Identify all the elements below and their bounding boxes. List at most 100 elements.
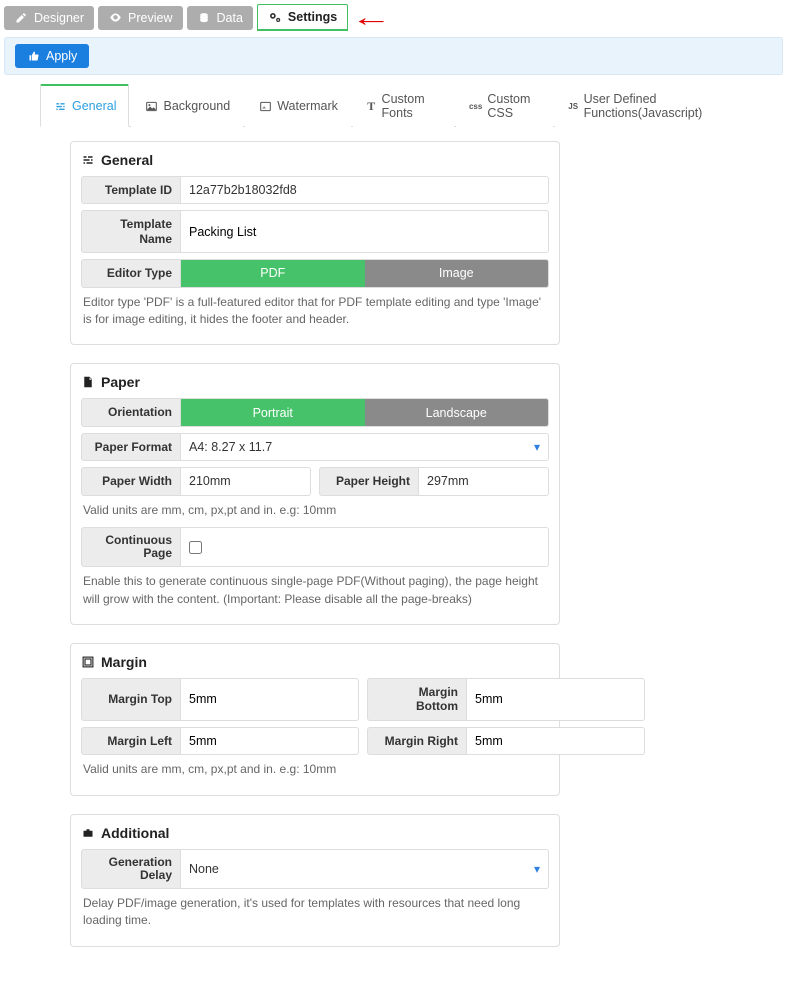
- database-icon: [197, 11, 211, 25]
- margin-title: Margin: [81, 654, 549, 670]
- margin-top-row: Margin Top: [81, 678, 359, 721]
- css-icon: css: [469, 99, 482, 113]
- apply-button[interactable]: Apply: [15, 44, 89, 68]
- margin-right-row: Margin Right: [367, 727, 645, 755]
- sliders-icon: [53, 99, 67, 113]
- generation-delay-label: Generation Delay: [81, 849, 181, 889]
- margin-bottom-input[interactable]: [467, 678, 645, 721]
- tab-preview[interactable]: Preview: [98, 6, 182, 30]
- orientation-label: Orientation: [81, 398, 181, 426]
- margin-bottom-label: Margin Bottom: [367, 678, 467, 721]
- paper-width-label: Paper Width: [81, 467, 181, 495]
- template-name-row: Template Name: [81, 210, 549, 253]
- card-heading: General: [101, 152, 153, 168]
- margin-right-input[interactable]: [467, 727, 645, 755]
- generation-delay-row: Generation Delay None ▾: [81, 849, 549, 889]
- paper-format-row: Paper Format A4: 8.27 x 11.7 ▾: [81, 433, 549, 461]
- margin-right-label: Margin Right: [367, 727, 467, 755]
- margin-top-input[interactable]: [181, 678, 359, 721]
- margin-bottom-row: Margin Bottom: [367, 678, 645, 721]
- paper-units-help: Valid units are mm, cm, px,pt and in. e.…: [83, 502, 549, 519]
- paper-icon: [81, 375, 95, 389]
- generation-delay-select[interactable]: None ▾: [181, 849, 549, 889]
- paper-height-value: 297mm: [419, 467, 549, 495]
- paper-width-value: 210mm: [181, 467, 311, 495]
- margin-icon: [81, 655, 95, 669]
- subtab-label: General: [72, 99, 116, 113]
- arrow-annotation: ←: [350, 2, 392, 33]
- apply-bar: Apply: [4, 37, 783, 75]
- orientation-row: Orientation Portrait Landscape: [81, 398, 549, 426]
- chevron-down-icon: ▾: [534, 862, 540, 876]
- continuous-page-checkbox[interactable]: [189, 541, 202, 554]
- card-heading: Paper: [101, 374, 140, 390]
- additional-card: Additional Generation Delay None ▾ Delay…: [70, 814, 560, 947]
- margin-help: Valid units are mm, cm, px,pt and in. e.…: [83, 761, 549, 778]
- editor-type-help: Editor type 'PDF' is a full-featured edi…: [83, 294, 549, 329]
- continuous-page-label: Continuous Page: [81, 527, 181, 567]
- editor-type-row: Editor Type PDF Image: [81, 259, 549, 287]
- paper-format-select[interactable]: A4: 8.27 x 11.7 ▾: [181, 433, 549, 461]
- template-id-value: 12a77b2b18032fd8: [181, 176, 549, 204]
- tab-settings[interactable]: Settings: [257, 4, 348, 31]
- subtab-custom-css[interactable]: css Custom CSS: [456, 84, 553, 127]
- paper-format-label: Paper Format: [81, 433, 181, 461]
- tab-label: Designer: [34, 11, 84, 25]
- generation-delay-value: None: [189, 862, 219, 876]
- subtab-label: Custom Fonts: [382, 92, 441, 120]
- editor-type-pdf[interactable]: PDF: [181, 260, 365, 286]
- paper-width-row: Paper Width 210mm: [81, 467, 311, 495]
- card-heading: Margin: [101, 654, 147, 670]
- subtab-custom-fonts[interactable]: T Custom Fonts: [353, 84, 454, 127]
- general-card: General Template ID 12a77b2b18032fd8 Tem…: [70, 141, 560, 345]
- orientation-landscape[interactable]: Landscape: [365, 399, 549, 425]
- subtab-udf[interactable]: JS User Defined Functions(Javascript): [555, 84, 747, 127]
- apply-label: Apply: [46, 49, 77, 63]
- margin-left-input[interactable]: [181, 727, 359, 755]
- settings-content: General Template ID 12a77b2b18032fd8 Tem…: [0, 127, 600, 985]
- margin-left-label: Margin Left: [81, 727, 181, 755]
- paper-height-row: Paper Height 297mm: [319, 467, 549, 495]
- template-id-row: Template ID 12a77b2b18032fd8: [81, 176, 549, 204]
- general-title: General: [81, 152, 549, 168]
- pencil-icon: [14, 11, 28, 25]
- subtab-label: User Defined Functions(Javascript): [584, 92, 734, 120]
- eye-icon: [108, 11, 122, 25]
- image-icon: [144, 99, 158, 113]
- margin-left-row: Margin Left: [81, 727, 359, 755]
- paper-height-label: Paper Height: [319, 467, 419, 495]
- subtab-background[interactable]: Background: [131, 84, 243, 127]
- subtab-label: Custom CSS: [487, 92, 539, 120]
- subtab-label: Background: [163, 99, 230, 113]
- editor-type-label: Editor Type: [81, 259, 181, 287]
- orientation-segment: Portrait Landscape: [181, 398, 549, 426]
- template-name-input[interactable]: [181, 210, 549, 253]
- additional-title: Additional: [81, 825, 549, 841]
- continuous-page-help: Enable this to generate continuous singl…: [83, 573, 549, 608]
- card-heading: Additional: [101, 825, 169, 841]
- subtab-general[interactable]: General: [40, 84, 129, 127]
- subtab-watermark[interactable]: Watermark: [245, 84, 351, 127]
- orientation-portrait[interactable]: Portrait: [181, 399, 365, 425]
- tab-data[interactable]: Data: [187, 6, 253, 30]
- font-icon: T: [366, 99, 377, 113]
- subtab-label: Watermark: [277, 99, 338, 113]
- editor-type-image[interactable]: Image: [365, 260, 549, 286]
- template-id-label: Template ID: [81, 176, 181, 204]
- settings-subtabs: General Background Watermark T Custom Fo…: [40, 83, 747, 127]
- tab-label: Preview: [128, 11, 172, 25]
- top-tab-bar: Designer Preview Data Settings ←: [0, 0, 787, 35]
- thumbs-up-icon: [27, 49, 41, 63]
- tab-label: Data: [217, 11, 243, 25]
- paper-title: Paper: [81, 374, 549, 390]
- paper-card: Paper Orientation Portrait Landscape Pap…: [70, 363, 560, 625]
- watermark-icon: [258, 99, 272, 113]
- editor-type-segment: PDF Image: [181, 259, 549, 287]
- margin-top-label: Margin Top: [81, 678, 181, 721]
- gears-icon: [268, 10, 282, 24]
- chevron-down-icon: ▾: [534, 440, 540, 454]
- js-icon: JS: [568, 99, 579, 113]
- generation-delay-help: Delay PDF/image generation, it's used fo…: [83, 895, 549, 930]
- paper-format-value: A4: 8.27 x 11.7: [189, 440, 272, 454]
- tab-designer[interactable]: Designer: [4, 6, 94, 30]
